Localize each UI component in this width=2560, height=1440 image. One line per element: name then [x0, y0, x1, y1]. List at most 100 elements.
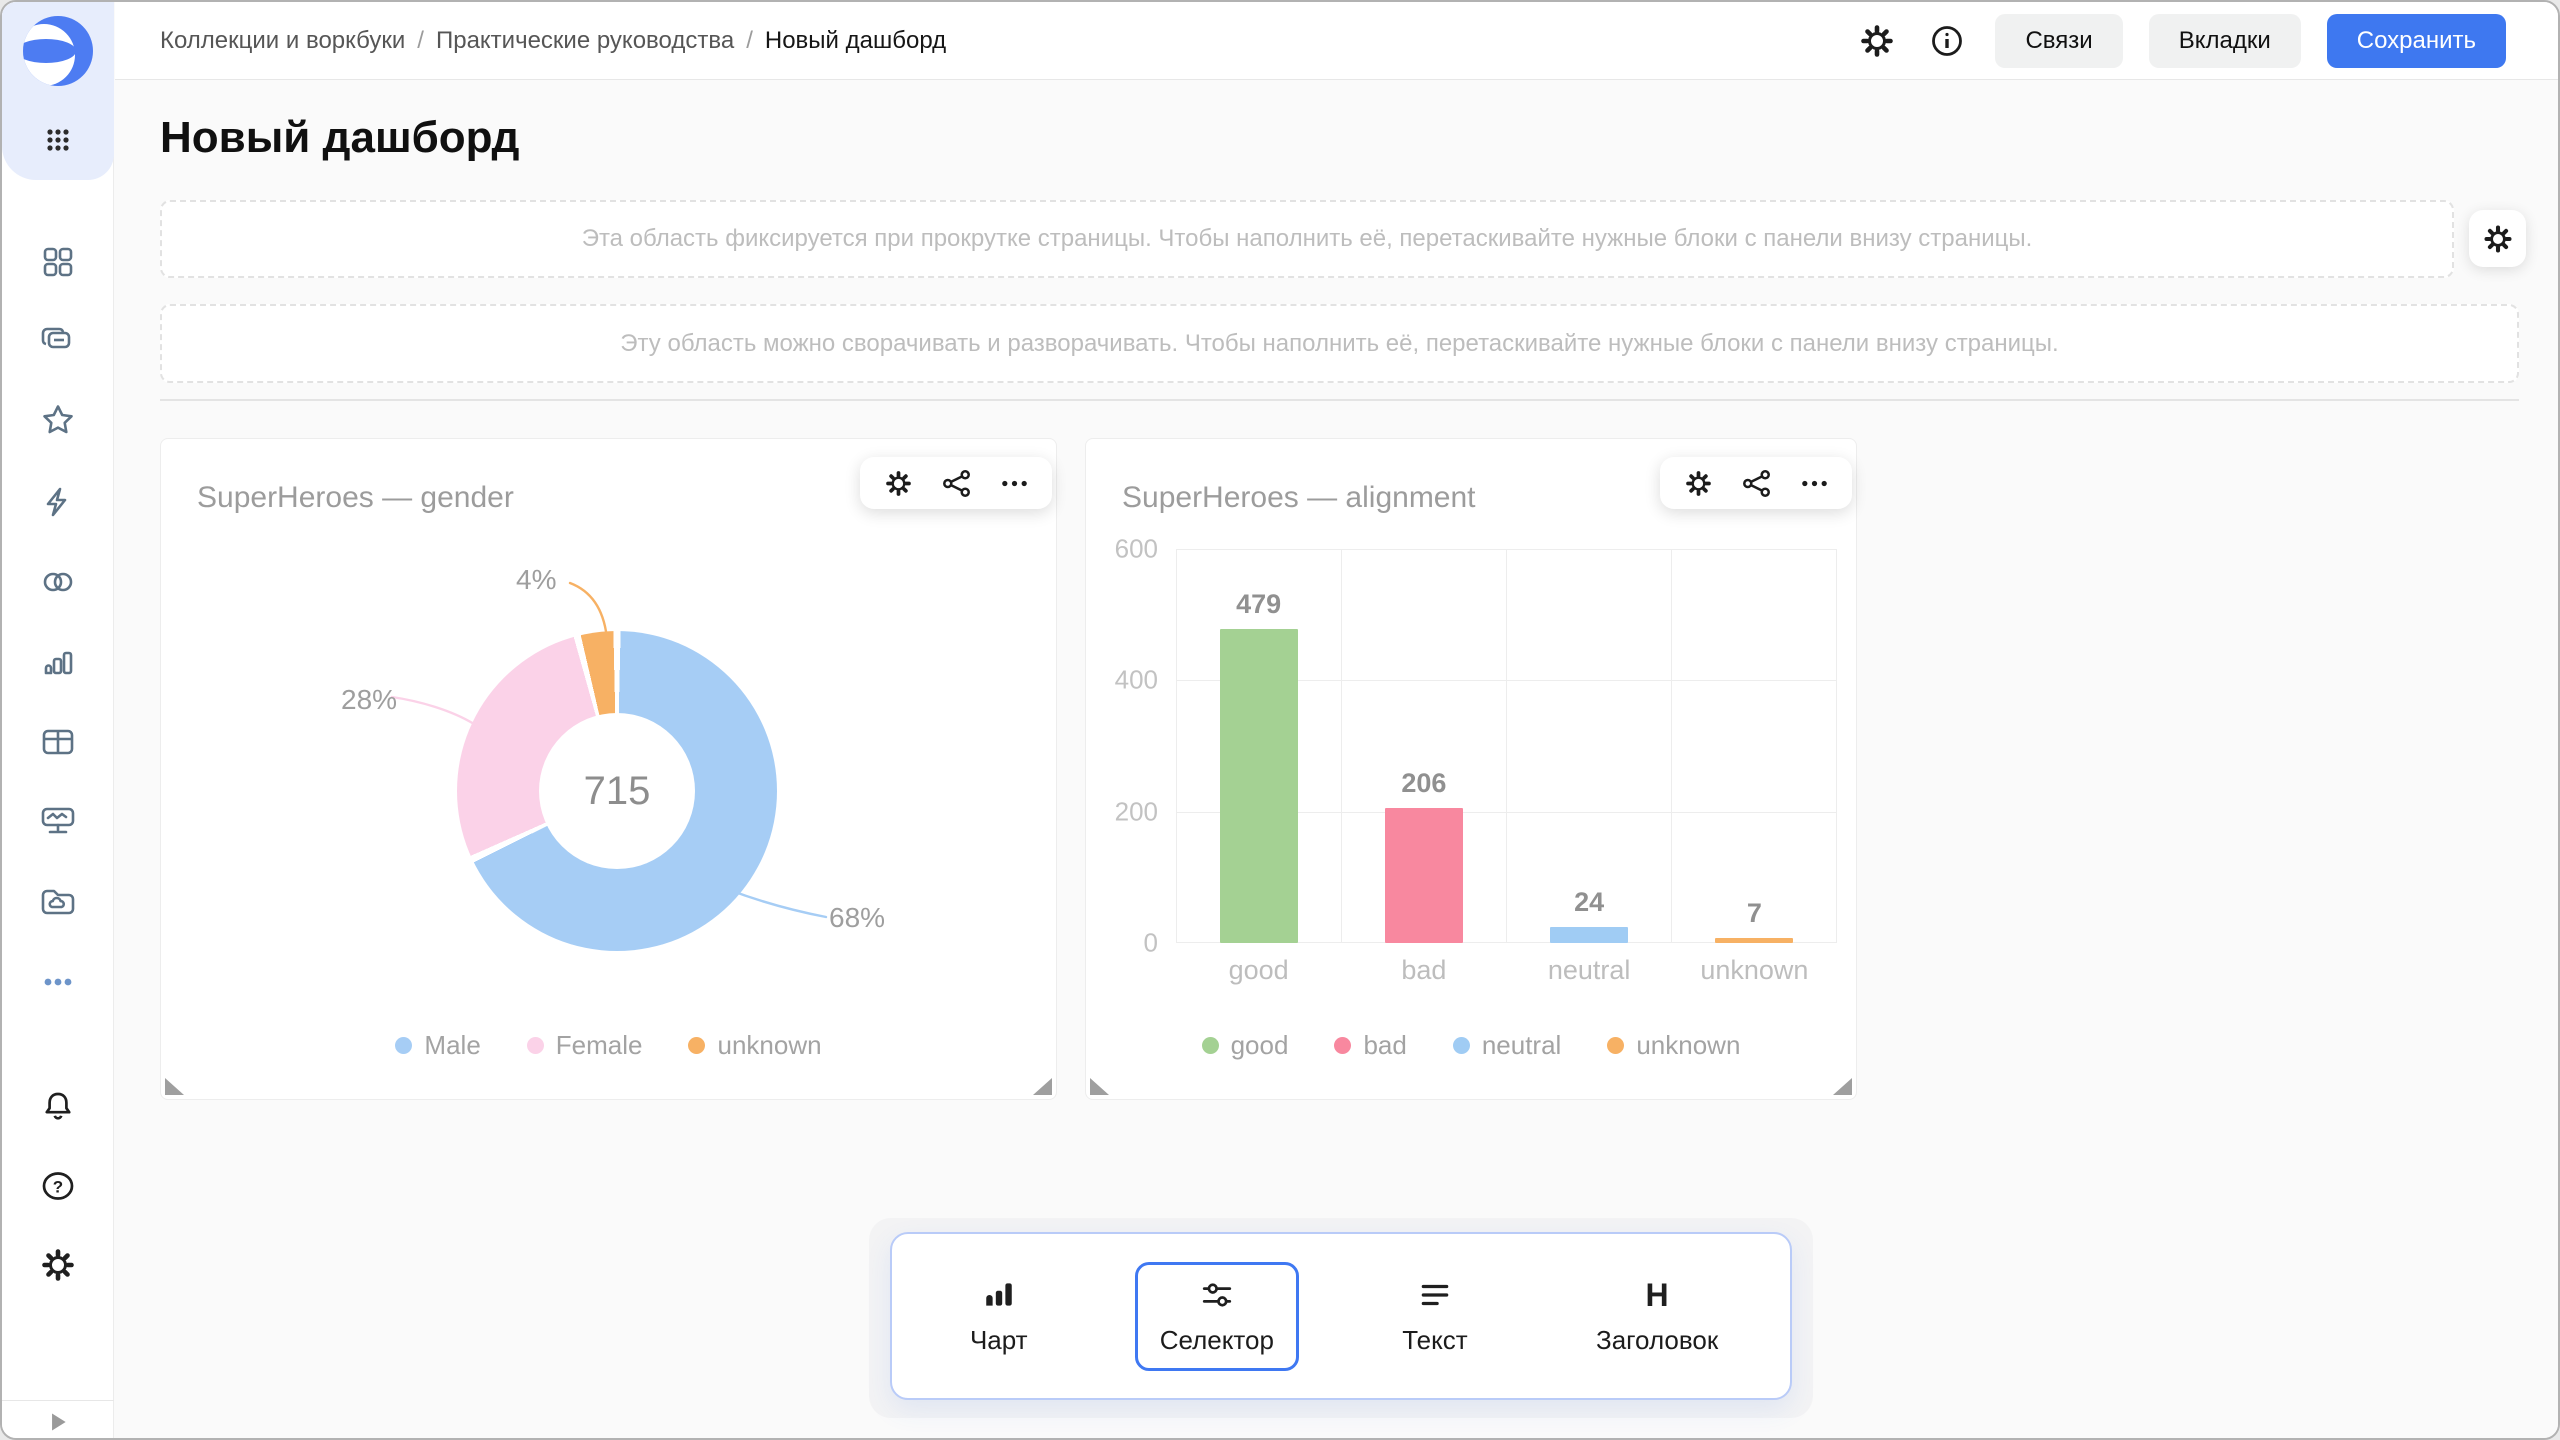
sidebar-item-charts[interactable] [38, 642, 78, 682]
sidebar-footer [2, 1400, 114, 1440]
datalens-logo[interactable] [22, 15, 94, 87]
legend-item-unknown[interactable]: unknown [1607, 1030, 1740, 1061]
save-button[interactable]: Сохранить [2327, 14, 2506, 68]
bar-good[interactable] [1220, 629, 1298, 943]
bar-value-label: 479 [1236, 589, 1281, 620]
donut-center: 715 [539, 713, 695, 869]
app-window: ? Коллекции и воркбуки / [0, 0, 2560, 1440]
panel-item-label: Текст [1402, 1325, 1467, 1356]
sidebar-item-tables[interactable] [38, 722, 78, 762]
legend: Male Female unknown [161, 1030, 1056, 1061]
legend-item-good[interactable]: good [1202, 1030, 1289, 1061]
sidebar-item-collections[interactable] [38, 320, 78, 360]
widget-links-icon[interactable] [940, 467, 972, 499]
legend-dot [395, 1037, 412, 1054]
widget-more-icon[interactable] [1798, 467, 1830, 499]
x-category: good [1176, 955, 1341, 986]
widget-more-icon[interactable] [998, 467, 1030, 499]
legend-dot [1453, 1037, 1470, 1054]
widget-settings-gear-icon[interactable] [1682, 467, 1714, 499]
widget-card-gender[interactable]: SuperHeroes — gender [160, 438, 1057, 1100]
legend-item-female[interactable]: Female [527, 1030, 643, 1061]
sidebar-item-datasets[interactable] [38, 562, 78, 602]
apps-grid-icon[interactable] [38, 120, 78, 160]
bar-column-neutral[interactable]: 24 [1507, 549, 1672, 943]
y-tick: 0 [1086, 928, 1158, 959]
sidebar-item-tiles[interactable] [38, 242, 78, 282]
y-tick: 600 [1086, 534, 1158, 565]
breadcrumb-workbook[interactable]: Практические руководства [436, 27, 734, 55]
bar-value-label: 7 [1747, 898, 1762, 929]
bar-column-good[interactable]: 479 [1176, 549, 1341, 943]
resize-handle-bottom-right[interactable] [1033, 1078, 1052, 1095]
legend-item-unknown[interactable]: unknown [688, 1030, 821, 1061]
tabs-button[interactable]: Вкладки [2149, 14, 2301, 68]
section-divider [160, 399, 2519, 401]
legend-label: unknown [717, 1030, 821, 1061]
legend-item-male[interactable]: Male [395, 1030, 480, 1061]
breadcrumb-collections[interactable]: Коллекции и воркбуки [160, 27, 405, 55]
bar-value-label: 24 [1574, 887, 1604, 918]
sidebar-item-storage[interactable] [38, 881, 78, 921]
sidebar-item-favorites[interactable] [38, 400, 78, 440]
bar-chart-icon [981, 1277, 1017, 1313]
slice-label-unknown: 4% [516, 564, 556, 596]
settings-gear-icon[interactable] [38, 1245, 78, 1285]
widget-toolbar [860, 457, 1052, 509]
legend-label: bad [1363, 1030, 1406, 1061]
info-icon[interactable] [1925, 19, 1969, 63]
y-tick: 200 [1086, 797, 1158, 828]
svg-text:?: ? [53, 1178, 63, 1197]
fixed-area-placeholder[interactable]: Эта область фиксируется при прокрутке ст… [160, 200, 2454, 278]
breadcrumb-current: Новый дашборд [765, 27, 946, 55]
x-category: neutral [1507, 955, 1672, 986]
legend-dot [688, 1037, 705, 1054]
widget-settings-gear-icon[interactable] [882, 467, 914, 499]
expand-panel-icon[interactable] [41, 1405, 75, 1439]
fixed-area-settings-button[interactable] [2469, 210, 2526, 267]
legend-item-bad[interactable]: bad [1334, 1030, 1406, 1061]
slice-label-female: 28% [341, 684, 397, 716]
legend-label: Female [556, 1030, 643, 1061]
page-title: Новый дашборд [160, 113, 519, 163]
x-category: bad [1341, 955, 1506, 986]
relations-button[interactable]: Связи [1995, 14, 2122, 68]
slice-label-male: 68% [829, 902, 885, 934]
widget-links-icon[interactable] [1740, 467, 1772, 499]
resize-handle-bottom-left[interactable] [165, 1078, 184, 1095]
y-tick: 400 [1086, 665, 1158, 696]
collapsible-area-placeholder[interactable]: Эту область можно сворачивать и разворач… [160, 304, 2519, 383]
bar-plot: 479 206 24 7 [1176, 549, 1837, 943]
sidebar-item-monitoring[interactable] [38, 801, 78, 841]
legend-label: good [1231, 1030, 1289, 1061]
panel-item-heading[interactable]: H Заголовок [1571, 1262, 1743, 1371]
top-header: Коллекции и воркбуки / Практические руко… [115, 2, 2558, 80]
panel-item-label: Чарт [970, 1325, 1028, 1356]
breadcrumb-separator: / [746, 27, 753, 55]
sidebar-item-connections[interactable] [38, 482, 78, 522]
widget-toolbar [1660, 457, 1852, 509]
dashboard-settings-gear-icon[interactable] [1855, 19, 1899, 63]
panel-item-selector[interactable]: Селектор [1135, 1262, 1299, 1371]
legend-label: neutral [1482, 1030, 1562, 1061]
resize-handle-bottom-left[interactable] [1090, 1078, 1109, 1095]
widget-card-alignment[interactable]: SuperHeroes — alignment [1085, 438, 1857, 1100]
heading-icon: H [1639, 1277, 1675, 1313]
help-icon[interactable]: ? [38, 1166, 78, 1206]
legend-item-neutral[interactable]: neutral [1453, 1030, 1562, 1061]
x-category: unknown [1672, 955, 1837, 986]
panel-item-chart[interactable]: Чарт [939, 1262, 1059, 1371]
bar-neutral[interactable] [1550, 927, 1628, 943]
bar-column-bad[interactable]: 206 [1341, 549, 1506, 943]
resize-handle-bottom-right[interactable] [1833, 1078, 1852, 1095]
fixed-area-hint: Эта область фиксируется при прокрутке ст… [582, 225, 2033, 253]
bell-icon[interactable] [38, 1086, 78, 1126]
text-lines-icon [1417, 1277, 1453, 1313]
bar-bad[interactable] [1385, 808, 1463, 943]
sidebar-item-more[interactable] [38, 962, 78, 1002]
panel-item-text[interactable]: Текст [1375, 1262, 1495, 1371]
bar-unknown[interactable] [1715, 938, 1793, 943]
bar-value-label: 206 [1401, 768, 1446, 799]
bar-column-unknown[interactable]: 7 [1672, 549, 1837, 943]
edit-panel: Чарт Селектор [890, 1232, 1792, 1400]
